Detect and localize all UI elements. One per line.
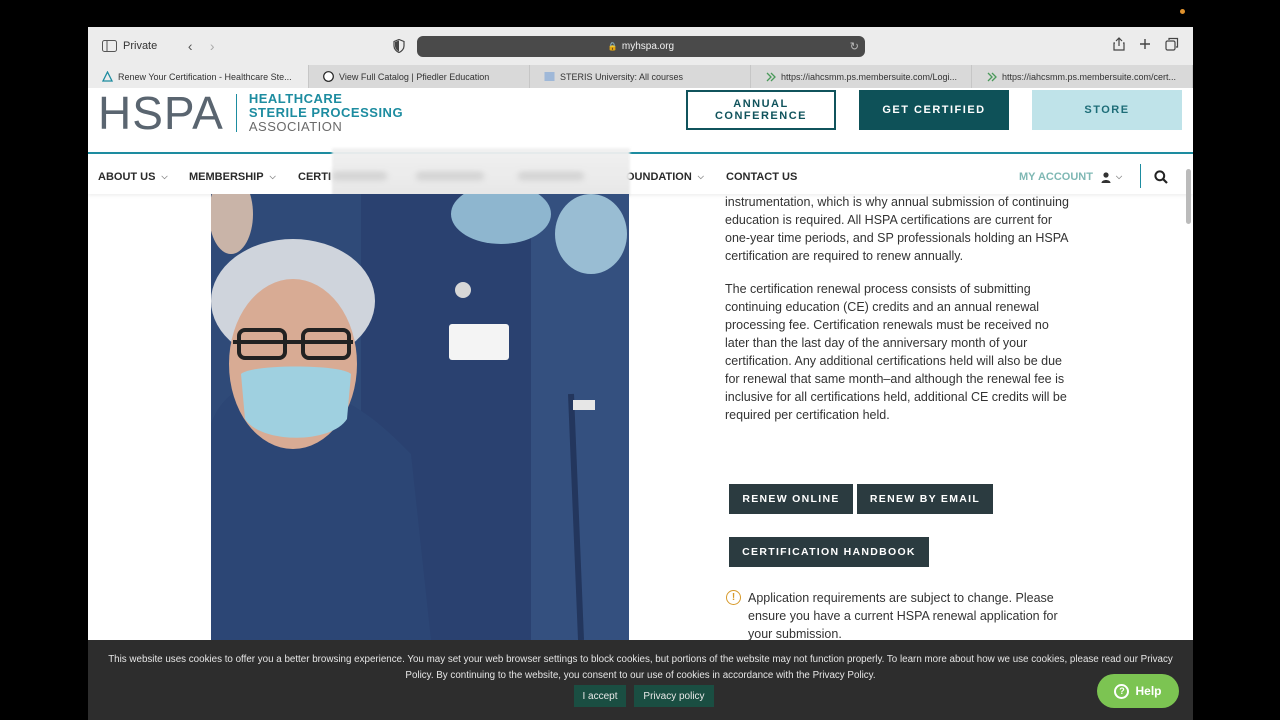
chevron-down-icon: ⌵ — [269, 172, 276, 181]
nav-contact-us[interactable]: CONTACT US — [726, 171, 797, 183]
logo-line-2: STERILE PROCESSING — [248, 105, 404, 120]
hspa-favicon-icon — [102, 71, 113, 82]
get-certified-button[interactable]: GET CERTIFIED — [859, 90, 1009, 130]
search-icon[interactable] — [1154, 170, 1168, 184]
tab-label: View Full Catalog | Pfiedler Education — [339, 71, 490, 82]
page-scrollbar[interactable] — [1186, 169, 1191, 224]
tab-bar: Renew Your Certification - Healthcare St… — [88, 65, 1193, 88]
nav-label: MEMBERSHIP — [189, 171, 264, 183]
tab-label: https://iahcsmm.ps.membersuite.com/Logi.… — [781, 71, 958, 82]
new-tab-icon[interactable] — [1139, 37, 1151, 51]
tab-steris-university[interactable]: STERIS University: All courses — [530, 65, 751, 88]
warning-icon: ! — [726, 590, 741, 605]
help-label: Help — [1135, 684, 1162, 698]
nav-membership[interactable]: MEMBERSHIP ⌵ — [189, 171, 276, 183]
renewal-paragraph-1: instrumentation, which is why annual sub… — [725, 195, 1069, 263]
photo-illustration — [211, 194, 629, 640]
renew-by-email-button[interactable]: RENEW BY EMAIL — [857, 484, 993, 514]
blurred-region — [332, 148, 630, 196]
nav-label: CERTI — [298, 171, 331, 183]
tab-label: https://iahcsmm.ps.membersuite.com/cert.… — [1002, 71, 1177, 82]
conference-label-1: ANNUAL — [733, 98, 789, 110]
logo-line-3: ASSOCIATION — [248, 119, 343, 134]
nav-about-us[interactable]: ABOUT US ⌵ — [98, 171, 168, 183]
store-button[interactable]: STORE — [1032, 90, 1182, 130]
renewal-info: instrumentation, which is why annual sub… — [725, 193, 1075, 439]
tab-membersuite-cert[interactable]: https://iahcsmm.ps.membersuite.com/cert.… — [972, 65, 1193, 88]
warning-text: Application requirements are subject to … — [748, 591, 1058, 641]
reload-icon[interactable]: ↻ — [850, 40, 859, 53]
cookie-text: This website uses cookies to offer you a… — [108, 654, 1173, 681]
toolbar-right — [1113, 37, 1179, 51]
renewal-paragraph-2: The certification renewal process consis… — [725, 282, 1067, 422]
accept-cookies-button[interactable]: I accept — [574, 685, 626, 707]
tab-label: STERIS University: All courses — [560, 71, 684, 82]
main-nav: ABOUT US ⌵ MEMBERSHIP ⌵ CERTI OUNDATION ⌵ C… — [88, 152, 1193, 194]
back-icon[interactable]: ‹ — [179, 38, 201, 54]
recording-indicator — [1180, 9, 1185, 14]
nav-certification[interactable]: CERTI — [298, 171, 331, 183]
cookie-banner: This website uses cookies to offer you a… — [88, 640, 1193, 720]
toolbar-left: Private ‹ › — [102, 38, 223, 54]
blurred-nav-item — [416, 172, 484, 180]
logo-divider — [235, 94, 237, 132]
blurred-nav-item — [332, 172, 387, 180]
logo-letters: HSPA — [98, 87, 224, 139]
nav-divider — [1140, 164, 1141, 188]
logo-line-1: HEALTHCARE — [248, 91, 343, 106]
tab-renew-certification[interactable]: Renew Your Certification - Healthcare St… — [88, 65, 309, 88]
tab-membersuite-login[interactable]: https://iahcsmm.ps.membersuite.com/Logi.… — [751, 65, 972, 88]
steris-favicon-icon — [544, 71, 555, 82]
url-text: myhspa.org — [621, 41, 675, 52]
sidebar-icon[interactable] — [102, 40, 117, 52]
address-bar[interactable]: 🔒 myhspa.org ↻ — [417, 36, 865, 57]
pfiedler-favicon-icon — [323, 71, 334, 82]
chevron-down-icon: ⌵ — [161, 172, 168, 181]
staff-photo — [211, 194, 629, 640]
forward-icon[interactable]: › — [201, 38, 223, 54]
membersuite-favicon-icon — [986, 71, 997, 82]
private-label: Private — [123, 40, 158, 52]
my-account-label: MY ACCOUNT — [1019, 171, 1093, 183]
conference-label-2: CONFERENCE — [714, 110, 807, 122]
help-button[interactable]: ? Help — [1097, 674, 1179, 708]
shield-icon[interactable] — [393, 39, 405, 53]
my-account-menu[interactable]: MY ACCOUNT ⌵ — [1019, 171, 1122, 183]
membersuite-favicon-icon — [765, 71, 776, 82]
tab-label: Renew Your Certification - Healthcare St… — [118, 71, 292, 82]
tab-pfiedler-catalog[interactable]: View Full Catalog | Pfiedler Education — [309, 65, 530, 88]
chevron-down-icon: ⌵ — [1115, 172, 1123, 181]
nav-foundation[interactable]: OUNDATION ⌵ — [626, 171, 704, 183]
nav-label: ABOUT US — [98, 171, 156, 183]
logo-wordmark: HEALTHCARE STERILE PROCESSING ASSOCIATIO… — [249, 92, 403, 134]
renew-online-button[interactable]: RENEW ONLINE — [729, 484, 853, 514]
blurred-nav-item — [518, 172, 584, 180]
share-icon[interactable] — [1113, 37, 1125, 51]
chevron-down-icon: ⌵ — [697, 172, 704, 181]
nav-label: OUNDATION — [626, 171, 692, 183]
certification-handbook-button[interactable]: CERTIFICATION HANDBOOK — [729, 537, 929, 567]
site-header: HSPA HEALTHCARE STERILE PROCESSING ASSOC… — [88, 88, 1193, 152]
privacy-policy-button[interactable]: Privacy policy — [634, 685, 714, 707]
browser-toolbar: Private ‹ › 🔒 myhspa.org ↻ — [88, 27, 1193, 65]
browser-window: Private ‹ › 🔒 myhspa.org ↻ Renew Your Ce… — [88, 27, 1193, 720]
nav-label: CONTACT US — [726, 171, 798, 183]
tab-overview-icon[interactable] — [1165, 37, 1179, 51]
hspa-logo[interactable]: HSPA HEALTHCARE STERILE PROCESSING ASSOC… — [98, 87, 403, 139]
lock-icon: 🔒 — [607, 42, 618, 51]
question-icon: ? — [1114, 683, 1130, 699]
user-icon — [1101, 171, 1111, 183]
annual-conference-button[interactable]: ANNUAL CONFERENCE — [686, 90, 836, 130]
